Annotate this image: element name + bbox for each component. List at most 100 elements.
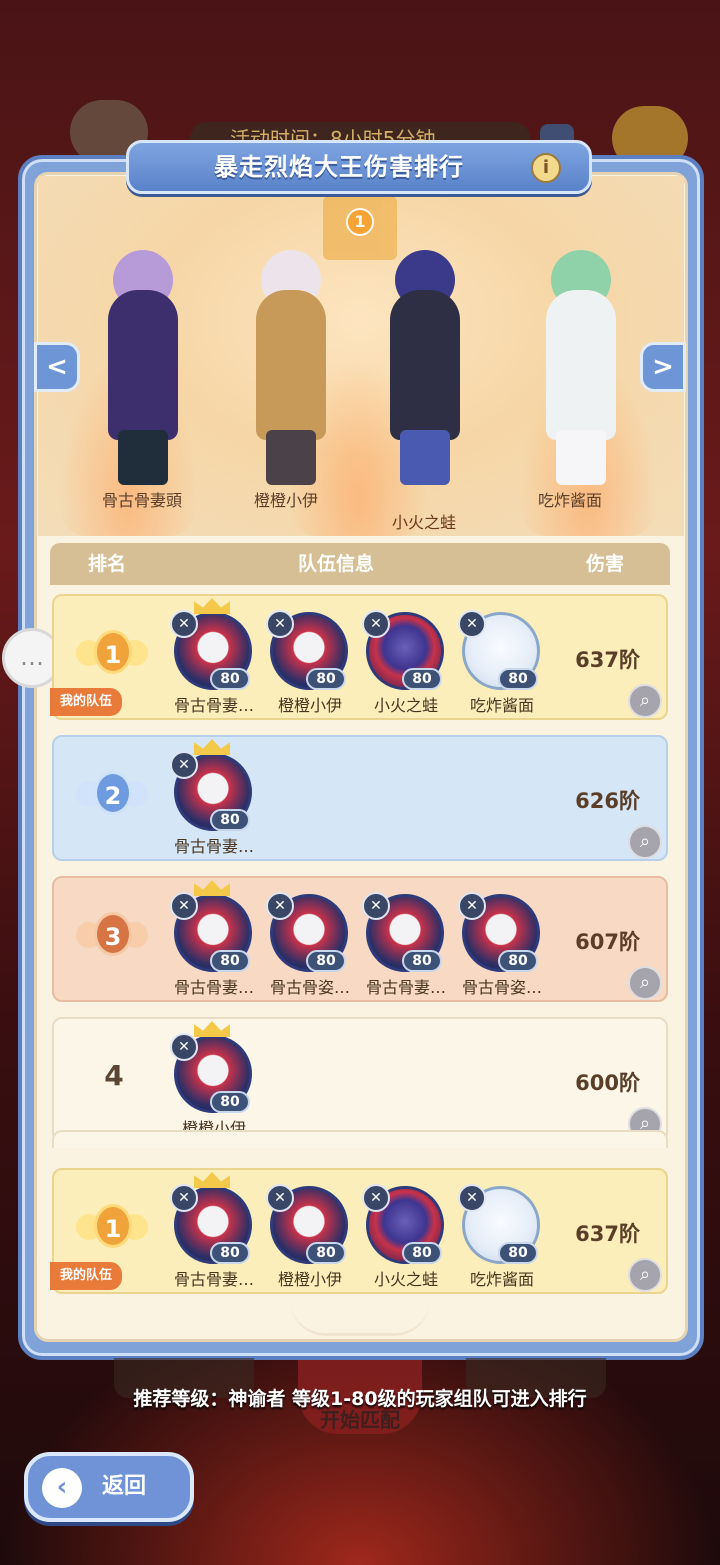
crown-icon bbox=[194, 1021, 230, 1037]
member-name: 橙橙小伊 bbox=[277, 1270, 342, 1289]
member-level: 80 bbox=[210, 1091, 250, 1113]
podium-name-1: 骨古骨妻頭 bbox=[101, 491, 182, 510]
damage-value: 637阶 bbox=[575, 648, 640, 672]
member-name: 骨古骨妻… bbox=[173, 1270, 254, 1289]
character-legs bbox=[556, 430, 606, 485]
team-member[interactable]: ✕ 80 小火之蛙 bbox=[358, 604, 454, 715]
recommend-text: 推荐等级：神谕者 等级1-80级的玩家组队可进入排行 bbox=[133, 1388, 587, 1410]
chevron-left-icon[interactable]: < bbox=[34, 342, 80, 392]
podium-character-1[interactable] bbox=[78, 250, 208, 490]
my-team-tag: 我的队伍 bbox=[50, 1262, 123, 1290]
team-member[interactable]: ✕ 80 橙橙小伊 bbox=[262, 604, 358, 715]
class-icon: ✕ bbox=[362, 892, 390, 920]
header-rank: 排名 bbox=[88, 553, 127, 575]
podium-character-3[interactable] bbox=[360, 250, 490, 490]
member-level: 80 bbox=[498, 1242, 538, 1264]
rank-badge: 2 bbox=[76, 767, 148, 823]
team-member[interactable]: ✕ 80 吃炸酱面 bbox=[454, 1178, 550, 1289]
my-team-tag: 我的队伍 bbox=[50, 688, 123, 716]
character-body bbox=[108, 290, 178, 440]
rank-badge: 3 bbox=[76, 908, 148, 964]
ranking-table-header: 排名 队伍信息 伤害 bbox=[50, 543, 670, 585]
zoom-icon[interactable]: ⌕ bbox=[628, 825, 662, 859]
character-legs bbox=[400, 430, 450, 485]
team-member[interactable]: ✕ 80 骨古骨妻… bbox=[166, 739, 262, 856]
rank-number: 4 bbox=[104, 1059, 124, 1092]
ranking-row[interactable]: 1 我的队伍 ✕ 80 骨古骨妻… ✕ 80 橙橙小伊 ✕ 80 小火之蛙 ✕ 80 吃炸酱面 637阶 ⌕ bbox=[50, 594, 668, 720]
podium-character-2[interactable] bbox=[226, 250, 356, 490]
crown-icon bbox=[194, 598, 230, 614]
member-level: 80 bbox=[402, 1242, 442, 1264]
member-level: 80 bbox=[498, 950, 538, 972]
team-member[interactable]: ✕ 80 骨古骨姿… bbox=[454, 886, 550, 997]
team-member[interactable]: ✕ 80 橙橙小伊 bbox=[262, 1178, 358, 1289]
crown-icon bbox=[194, 880, 230, 896]
podium-name-2: 橙橙小伊 bbox=[253, 491, 318, 510]
member-name: 小火之蛙 bbox=[373, 696, 438, 715]
ranking-row[interactable]: 3 ✕ 80 骨古骨妻… ✕ 80 骨古骨姿… ✕ 80 骨古骨妻… ✕ 80 骨古骨姿… 607阶 ⌕ bbox=[52, 876, 668, 1002]
rank-number: 1 bbox=[94, 1204, 132, 1248]
info-icon[interactable]: i bbox=[531, 153, 561, 183]
podium-character-4[interactable] bbox=[516, 250, 646, 490]
back-label: 返回 bbox=[102, 1474, 147, 1499]
back-arrow-icon: ‹ bbox=[42, 1468, 82, 1508]
member-name: 小火之蛙 bbox=[373, 1270, 438, 1289]
damage-value: 607阶 bbox=[575, 930, 640, 954]
zoom-icon[interactable]: ⌕ bbox=[628, 684, 662, 718]
member-name: 橙橙小伊 bbox=[277, 696, 342, 715]
character-body bbox=[256, 290, 326, 440]
rank-badge: 1 bbox=[76, 626, 148, 682]
member-level: 80 bbox=[210, 1242, 250, 1264]
class-icon: ✕ bbox=[362, 610, 390, 638]
ranking-row[interactable]: 4 ✕ 80 橙橙小伊 600阶 ⌕ bbox=[52, 1017, 668, 1143]
member-name: 骨古骨妻… bbox=[173, 837, 254, 856]
class-icon: ✕ bbox=[362, 1184, 390, 1212]
member-level: 80 bbox=[402, 668, 442, 690]
damage-value: 626阶 bbox=[575, 789, 640, 813]
panel-title-bar: 暴走烈焰大王伤害排行 i bbox=[126, 140, 592, 194]
damage-value: 637阶 bbox=[575, 1222, 640, 1246]
class-icon: ✕ bbox=[458, 1184, 486, 1212]
class-icon: ✕ bbox=[266, 1184, 294, 1212]
class-icon: ✕ bbox=[266, 892, 294, 920]
ranking-row[interactable]: 1 我的队伍 ✕ 80 骨古骨妻… ✕ 80 橙橙小伊 ✕ 80 小火之蛙 ✕ 80 吃炸酱面 637阶 ⌕ bbox=[50, 1168, 668, 1294]
member-name: 吃炸酱面 bbox=[469, 1270, 534, 1289]
member-level: 80 bbox=[210, 809, 250, 831]
zoom-icon[interactable]: ⌕ bbox=[628, 966, 662, 1000]
team-member[interactable]: ✕ 80 骨古骨妻… bbox=[166, 880, 262, 997]
class-icon: ✕ bbox=[266, 610, 294, 638]
podium-name-3: 小火之蛙 bbox=[391, 513, 456, 532]
crown-icon bbox=[194, 1172, 230, 1188]
member-level: 80 bbox=[498, 668, 538, 690]
chevron-right-icon[interactable]: > bbox=[640, 342, 686, 392]
member-name: 骨古骨妻… bbox=[173, 696, 254, 715]
header-team: 队伍信息 bbox=[298, 553, 375, 575]
character-legs bbox=[118, 430, 168, 485]
class-icon: ✕ bbox=[170, 610, 198, 638]
class-icon: ✕ bbox=[170, 1033, 198, 1061]
character-body bbox=[546, 290, 616, 440]
character-body bbox=[390, 290, 460, 440]
member-name: 骨古骨姿… bbox=[461, 978, 542, 997]
panel-ornament bbox=[290, 1300, 430, 1336]
team-member[interactable]: ✕ 80 橙橙小伊 bbox=[166, 1021, 262, 1138]
team-member[interactable]: ✕ 80 骨古骨姿… bbox=[262, 886, 358, 997]
team-member[interactable]: ✕ 80 骨古骨妻… bbox=[166, 1172, 262, 1289]
member-name: 骨古骨妻… bbox=[365, 978, 446, 997]
team-member[interactable]: ✕ 80 小火之蛙 bbox=[358, 1178, 454, 1289]
class-icon: ✕ bbox=[170, 751, 198, 779]
class-icon: ✕ bbox=[170, 892, 198, 920]
back-button[interactable]: ‹ 返回 bbox=[24, 1452, 194, 1522]
zoom-icon[interactable]: ⌕ bbox=[628, 1258, 662, 1292]
rank-number: 1 bbox=[94, 630, 132, 674]
crown-icon bbox=[194, 739, 230, 755]
ranking-row[interactable]: 2 ✕ 80 骨古骨妻… 626阶 ⌕ bbox=[52, 735, 668, 861]
ranking-row-partial bbox=[52, 1130, 668, 1148]
panel-title: 暴走烈焰大王伤害排行 bbox=[214, 153, 464, 181]
member-level: 80 bbox=[306, 950, 346, 972]
podium-rank-badge: 1 bbox=[346, 208, 374, 236]
team-member[interactable]: ✕ 80 吃炸酱面 bbox=[454, 604, 550, 715]
member-name: 骨古骨姿… bbox=[269, 978, 350, 997]
team-member[interactable]: ✕ 80 骨古骨妻… bbox=[166, 598, 262, 715]
team-member[interactable]: ✕ 80 骨古骨妻… bbox=[358, 886, 454, 997]
